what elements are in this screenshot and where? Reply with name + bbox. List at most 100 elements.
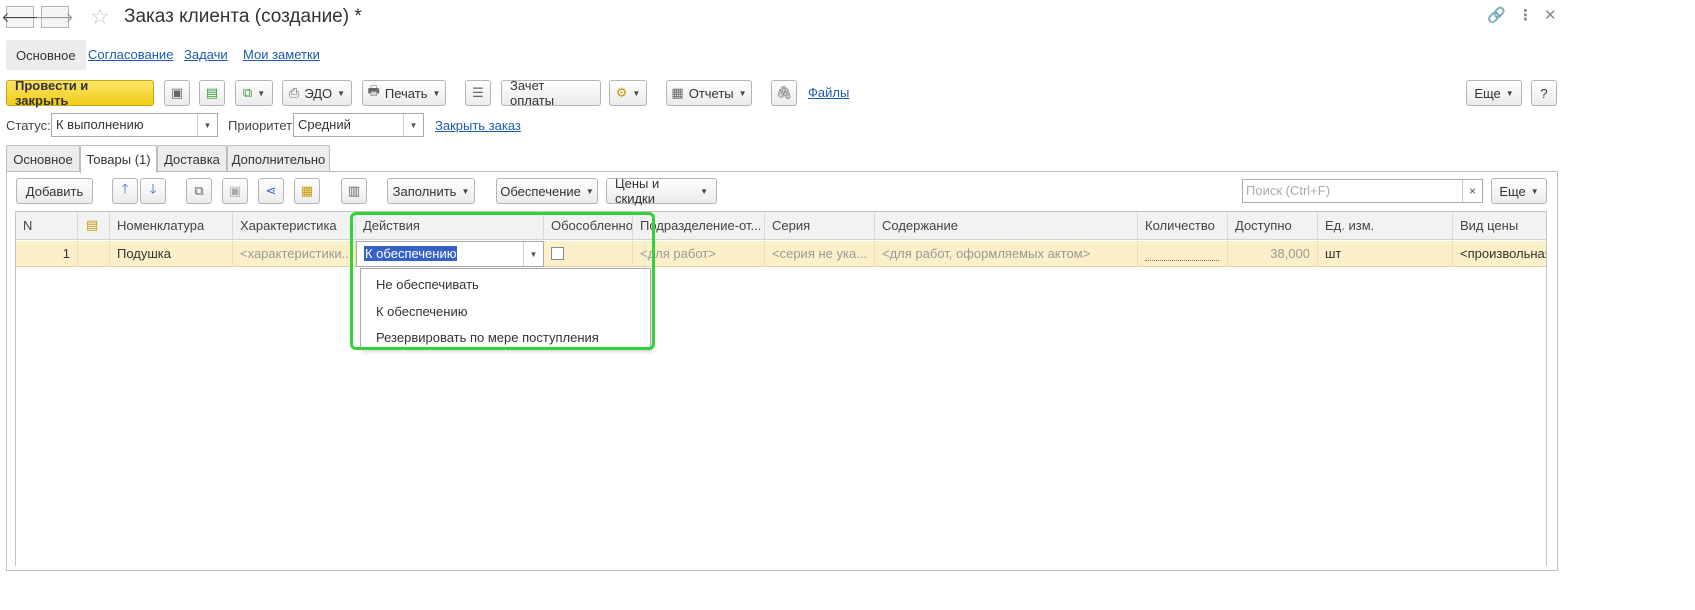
grid-more-button[interactable]: Еще ▼ [1491, 178, 1547, 204]
row-number: 1 [16, 241, 78, 267]
close-icon[interactable]: ✕ [1544, 6, 1557, 24]
split-row-button[interactable]: ⋖ [258, 178, 284, 204]
col-header-price-type[interactable]: Вид цены [1453, 212, 1546, 240]
forward-button[interactable]: 🡒 [36, 6, 74, 28]
reports-icon: ▦ [671, 85, 684, 100]
window-title: Заказ клиента (создание) * [124, 6, 362, 27]
col-header-characteristic[interactable]: Характеристика [233, 212, 356, 240]
prices-discounts-button[interactable]: Цены и скидки ▼ [606, 176, 717, 206]
dropdown-option-reserve-on-arrival[interactable]: Резервировать по мере поступления [376, 330, 599, 345]
actions-dropdown-list[interactable]: Не обеспечивать К обеспечению Резервиров… [360, 268, 651, 350]
prices-label: Цены и скидки [615, 176, 660, 206]
edo-button[interactable]: ⎙ ЭДО ▼ [282, 80, 352, 106]
row-price-type[interactable]: <произвольная> [1453, 241, 1546, 267]
supply-button[interactable]: Обеспечение ▼ [496, 178, 598, 204]
tab-additional[interactable]: Дополнительно [227, 145, 330, 172]
dropdown-option-no-supply[interactable]: Не обеспечивать [376, 277, 479, 292]
row-action-field[interactable]: К обеспечению ▼ [356, 241, 544, 267]
chevron-down-icon[interactable]: ▼ [403, 114, 423, 136]
row-department[interactable]: <для работ> [633, 241, 765, 267]
list-icon: ☰ [472, 85, 484, 100]
col-header-content[interactable]: Содержание [875, 212, 1138, 240]
journal-button[interactable]: ☰ [465, 80, 491, 106]
link-icon[interactable]: 🔗 [1487, 6, 1506, 24]
copy-row-button[interactable]: ⧉ [186, 178, 212, 204]
separate-checkbox[interactable] [551, 247, 564, 260]
row-content[interactable]: <для работ, оформляемых актом> [875, 241, 1138, 267]
pick-goods-button[interactable]: ▦ [294, 178, 320, 204]
row-separate[interactable] [544, 241, 633, 267]
col-header-department[interactable]: Подразделение-от... [633, 212, 765, 240]
chevron-down-icon[interactable]: ▼ [523, 242, 543, 266]
print-label: Печать [384, 85, 428, 101]
grid-more-label: Еще [1499, 183, 1526, 199]
chevron-down-icon[interactable]: ▼ [197, 114, 217, 136]
priority-value: Средний [298, 117, 351, 132]
col-header-separate[interactable]: Обособленно [544, 212, 633, 240]
row-package [78, 241, 110, 267]
favorite-star-icon[interactable]: ☆ [90, 4, 110, 30]
col-header-n[interactable]: N [16, 212, 78, 240]
section-nav-notes[interactable]: Мои заметки [243, 47, 320, 62]
create-based-on-button[interactable]: ⧉ ▼ [235, 80, 273, 106]
row-characteristic[interactable]: <характеристики... [233, 241, 356, 267]
save-button[interactable]: ▣ [164, 80, 190, 106]
chevron-down-icon: ▼ [1505, 88, 1514, 98]
move-up-button[interactable]: 🡑 [112, 178, 138, 204]
reports-label: Отчеты [688, 85, 734, 101]
chevron-down-icon: ▼ [632, 88, 641, 98]
status-value: К выполнению [56, 117, 144, 132]
col-header-series[interactable]: Серия [765, 212, 875, 240]
col-header-actions[interactable]: Действия [356, 212, 544, 240]
row-quantity[interactable] [1138, 241, 1228, 267]
tab-goods[interactable]: Товары (1) [80, 145, 157, 173]
print-button[interactable]: 🖶 Печать ▼ [362, 80, 446, 106]
barcode-button[interactable]: ▥ [341, 178, 367, 204]
files-link[interactable]: Файлы [808, 85, 849, 100]
col-header-available[interactable]: Доступно [1228, 212, 1318, 240]
more-vert-icon[interactable]: ⋮ [1518, 6, 1533, 24]
col-header-package[interactable]: ▤ [78, 212, 110, 240]
edo-icon: ⎙ [288, 85, 300, 100]
row-unit[interactable]: шт [1318, 241, 1453, 267]
paste-button[interactable]: ▣ [222, 178, 248, 204]
priority-field[interactable]: Средний ▼ [293, 113, 424, 137]
col-header-unit[interactable]: Ед. изм. [1318, 212, 1453, 240]
row-action-value: К обеспечению [364, 246, 458, 261]
tab-main[interactable]: Основное [6, 145, 80, 172]
help-button[interactable]: ? [1531, 80, 1557, 106]
table-row[interactable]: 1 Подушка <характеристики... К обеспечен… [16, 241, 1546, 267]
attach-report-button[interactable]: ⚙ ▼ [609, 80, 647, 106]
goods-table[interactable]: N ▤ Номенклатура Характеристика Действия… [15, 211, 1547, 566]
dropdown-option-to-supply[interactable]: К обеспечению [376, 304, 467, 319]
tab-delivery[interactable]: Доставка [157, 145, 227, 172]
clear-search-icon[interactable]: × [1462, 180, 1482, 202]
search-input[interactable]: Поиск (Ctrl+F) × [1242, 179, 1483, 203]
post-button[interactable]: ▤ [199, 80, 225, 106]
section-nav-approval[interactable]: Согласование [88, 47, 173, 62]
close-order-link[interactable]: Закрыть заказ [435, 118, 521, 133]
status-label: Статус: [6, 118, 51, 133]
reports-button[interactable]: ▦ Отчеты ▼ [666, 80, 752, 106]
more-button[interactable]: Еще ▼ [1466, 80, 1522, 106]
chevron-down-icon: ▼ [585, 186, 594, 196]
back-button[interactable]: 🡐 [1, 6, 39, 28]
move-down-button[interactable]: 🡓 [140, 178, 166, 204]
add-row-button[interactable]: Добавить [16, 178, 93, 204]
row-item[interactable]: Подушка [110, 241, 233, 267]
post-document-icon: ▤ [205, 85, 219, 100]
col-header-item[interactable]: Номенклатура [110, 212, 233, 240]
payment-offset-button[interactable]: Зачет оплаты [501, 78, 601, 108]
post-and-close-button[interactable]: Провести и закрыть [6, 78, 154, 108]
barcode-icon: ▥ [347, 183, 361, 198]
status-field[interactable]: К выполнению ▼ [51, 113, 218, 137]
chevron-down-icon: ▼ [738, 88, 747, 98]
section-nav-tasks[interactable]: Задачи [184, 47, 228, 62]
chevron-down-icon: ▼ [337, 88, 346, 98]
row-series[interactable]: <серия не ука... [765, 241, 875, 267]
section-nav-main[interactable]: Основное [6, 40, 86, 70]
attachment-button[interactable]: 🖇 [771, 80, 797, 106]
chevron-down-icon: ▼ [461, 186, 470, 196]
col-header-quantity[interactable]: Количество [1138, 212, 1228, 240]
fill-button[interactable]: Заполнить ▼ [387, 178, 475, 204]
